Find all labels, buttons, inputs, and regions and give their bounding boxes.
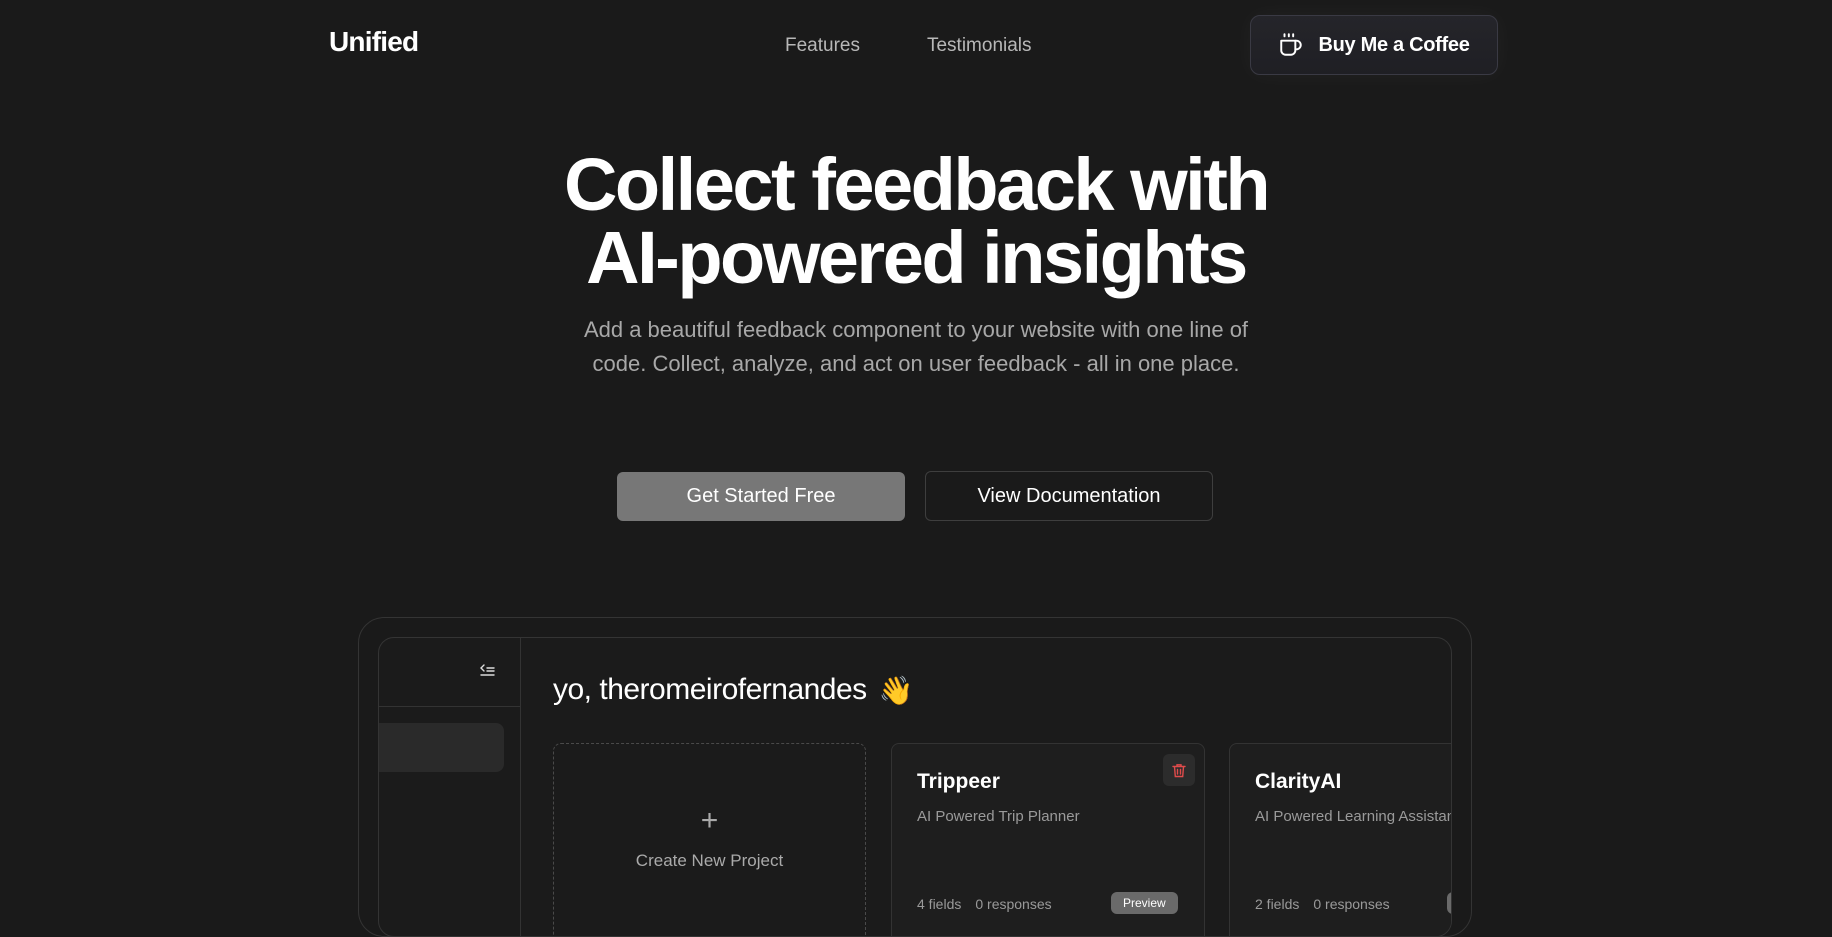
plus-icon: +: [700, 804, 719, 837]
project-field-count: 4 fields: [917, 896, 962, 912]
project-response-count: 0 responses: [975, 896, 1052, 912]
collapse-sidebar-icon[interactable]: [479, 663, 495, 677]
view-documentation-button[interactable]: View Documentation: [925, 471, 1213, 521]
nav-link-features[interactable]: Features: [785, 35, 860, 57]
create-project-card[interactable]: + Create New Project: [553, 743, 866, 936]
preview-button[interactable]: Preview: [1111, 892, 1178, 914]
project-response-count: 0 responses: [1313, 896, 1390, 912]
main-nav: Features Testimonials: [785, 35, 1032, 57]
trash-icon: [1172, 763, 1186, 777]
nav-link-testimonials[interactable]: Testimonials: [927, 35, 1032, 57]
hero-subtitle: Add a beautiful feedback component to yo…: [583, 317, 1249, 376]
waving-hand-icon: 👋: [878, 674, 914, 706]
dashboard-greeting: yo, theromeirofernandes 👋: [553, 673, 914, 707]
create-project-label: Create New Project: [635, 851, 784, 870]
hero-title-line-1: Collect feedback with: [563, 143, 1271, 226]
project-field-count: 2 fields: [1255, 896, 1300, 912]
dashboard-preview: yo, theromeirofernandes 👋 + Create New P…: [378, 637, 1452, 937]
get-started-button[interactable]: Get Started Free: [617, 472, 905, 521]
project-description: AI Powered Learning Assistant: [1255, 808, 1452, 825]
brand-logo[interactable]: Unified: [329, 26, 419, 58]
preview-button[interactable]: [1447, 892, 1451, 914]
hero-title: Collect feedback with AI-powered insight…: [0, 148, 1832, 295]
project-name: Trippeer: [917, 770, 1000, 793]
buy-me-a-coffee-button[interactable]: Buy Me a Coffee: [1250, 15, 1498, 75]
hero-title-line-2: AI-powered insights: [586, 216, 1248, 299]
project-name: ClarityAI: [1255, 770, 1342, 793]
delete-project-button[interactable]: [1163, 754, 1195, 786]
greeting-text: yo, theromeirofernandes: [553, 673, 867, 706]
project-stats: 2 fields 0 responses: [1255, 896, 1390, 912]
project-card-clarityai[interactable]: ClarityAI AI Powered Learning Assistant …: [1229, 743, 1452, 936]
dashboard-sidebar: [379, 638, 521, 936]
project-stats: 4 fields 0 responses: [917, 896, 1052, 912]
project-card-trippeer[interactable]: Trippeer AI Powered Trip Planner 4 field…: [891, 743, 1205, 936]
coffee-button-label: Buy Me a Coffee: [1318, 33, 1470, 56]
project-description: AI Powered Trip Planner: [917, 808, 1080, 825]
coffee-cup-icon: [1280, 33, 1303, 56]
sidebar-item-active[interactable]: [379, 723, 504, 772]
sidebar-divider: [379, 706, 520, 707]
